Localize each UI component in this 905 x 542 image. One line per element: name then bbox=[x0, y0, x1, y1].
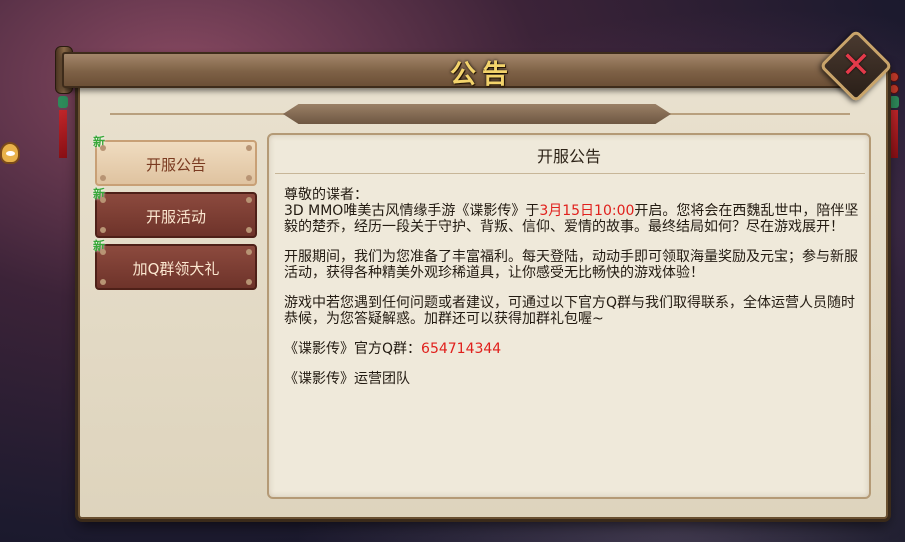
greeting: 尊敬的谍者： bbox=[284, 187, 368, 203]
mascot-icon[interactable] bbox=[0, 142, 20, 164]
dialog-title: 公告 bbox=[449, 60, 514, 90]
right-tassel-decoration bbox=[889, 70, 899, 170]
sidebar-item-label: 加Q群领大礼 bbox=[132, 260, 220, 278]
sidebar-item-label: 开服活动 bbox=[145, 208, 206, 226]
qq-group-number[interactable]: 654714344 bbox=[421, 341, 501, 357]
sidebar-item-server-announcement[interactable]: 新 开服公告 bbox=[93, 135, 257, 186]
sidebar-item-server-events[interactable]: 新 开服活动 bbox=[93, 187, 257, 238]
content-title-divider bbox=[275, 173, 865, 174]
signature: 《谍影传》运营团队 bbox=[284, 371, 410, 387]
qq-group-label: 《谍影传》官方Q群： bbox=[284, 341, 422, 357]
sidebar-item-label: 开服公告 bbox=[145, 156, 206, 174]
paragraph-2: 开服期间，我们为您准备了丰富福利。每天登陆，动动手即可领取海量奖励及元宝；参与新… bbox=[284, 249, 858, 281]
close-icon[interactable]: ✕ bbox=[838, 48, 874, 84]
sidebar-item-join-qq-group[interactable]: 新 加Q群领大礼 bbox=[93, 239, 257, 290]
announcement-content-panel[interactable]: 开服公告 尊敬的谍者： 3D MMO唯美古风情缘手游《谍影传》于3月15日10:… bbox=[267, 133, 871, 499]
announcement-body: 尊敬的谍者： 3D MMO唯美古风情缘手游《谍影传》于3月15日10:00开启。… bbox=[284, 187, 859, 401]
header-banner bbox=[283, 104, 671, 124]
content-title: 开服公告 bbox=[536, 147, 601, 166]
paragraph-3: 游戏中若您遇到任何问题或者建议，可通过以下官方Q群与我们取得联系，全体运营人员随… bbox=[284, 295, 856, 327]
paragraph-1-prefix: 3D MMO唯美古风情缘手游《谍影传》于 bbox=[284, 203, 540, 219]
open-date: 3月15日10:00 bbox=[539, 203, 635, 219]
